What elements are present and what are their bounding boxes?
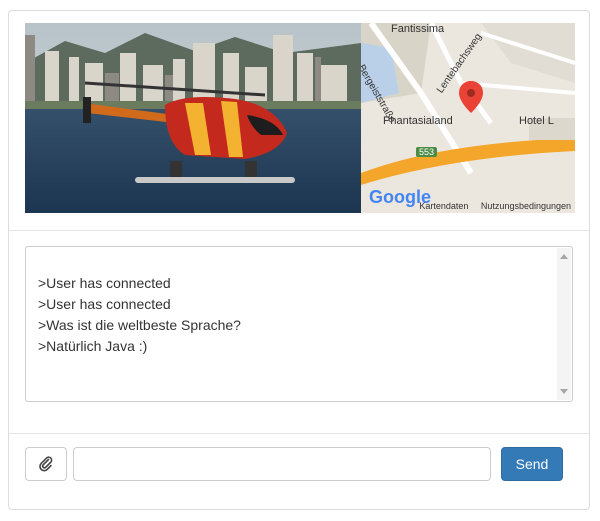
helicopter-video-image xyxy=(25,23,361,213)
divider xyxy=(9,433,589,434)
terms-link[interactable]: Nutzungsbedingungen xyxy=(481,201,571,211)
road-number-badge: 553 xyxy=(416,147,438,157)
map-data-link[interactable]: Kartendaten xyxy=(419,201,468,211)
map-label-fantissima: Fantissima xyxy=(391,23,444,35)
map-footer: Kartendaten Nutzungsbedingungen xyxy=(409,201,571,211)
map-label-text: Fantissima xyxy=(391,23,445,35)
chat-line: >Natürlich Java :) xyxy=(38,338,148,354)
attach-button[interactable] xyxy=(25,447,67,481)
paperclip-icon xyxy=(39,456,53,472)
map-label-hotel: Hotel L xyxy=(519,115,554,127)
map-label-phantasialand: Phantasialand xyxy=(383,115,453,127)
send-button[interactable]: Send xyxy=(501,447,563,481)
media-row: Fantissima Bergeiststraße Lentebachsweg … xyxy=(25,23,575,213)
road-number-text: 553 xyxy=(419,147,435,157)
scroll-down-icon[interactable] xyxy=(560,389,568,394)
divider xyxy=(9,230,589,231)
chat-line: >User has connected xyxy=(38,296,171,312)
map-view[interactable]: Fantissima Bergeiststraße Lentebachsweg … xyxy=(361,23,575,213)
chat-scrollbar[interactable] xyxy=(557,248,571,400)
map-label-text: Phantasialand xyxy=(383,115,453,127)
chat-lines: >User has connected >User has connected … xyxy=(38,273,241,357)
chat-line: >Was ist die weltbeste Sprache? xyxy=(38,317,241,333)
chat-log[interactable]: >User has connected >User has connected … xyxy=(25,246,573,402)
map-label-text: Hotel L xyxy=(519,115,554,127)
map-pin-icon[interactable] xyxy=(459,81,483,113)
chat-line: >User has connected xyxy=(38,275,171,291)
chat-panel: Fantissima Bergeiststraße Lentebachsweg … xyxy=(8,10,590,510)
video-frame[interactable] xyxy=(25,23,361,213)
scroll-up-icon[interactable] xyxy=(560,254,568,259)
message-input[interactable] xyxy=(73,447,491,481)
